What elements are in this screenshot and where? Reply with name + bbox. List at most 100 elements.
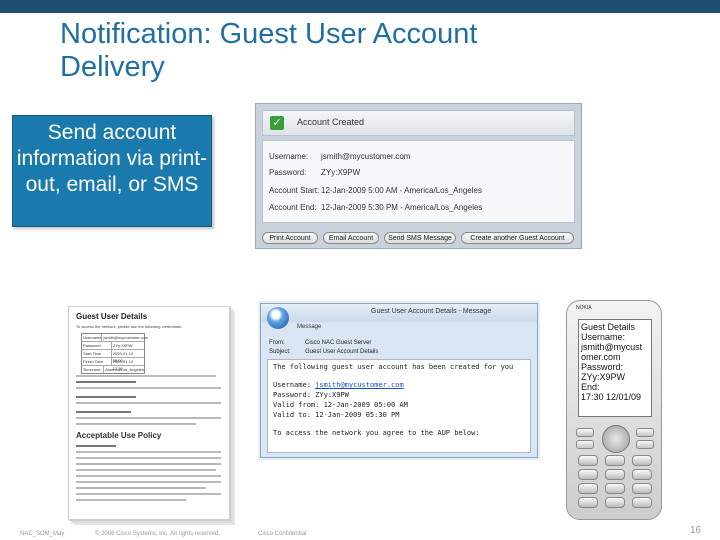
callout-box: Send account information via print-out, … bbox=[12, 115, 212, 227]
cell-value: 2009-01-12 17:30 bbox=[112, 359, 134, 371]
keypad-key[interactable] bbox=[632, 497, 652, 508]
email-body: The following guest user account has bee… bbox=[267, 359, 531, 453]
text-line bbox=[76, 402, 221, 404]
text-line bbox=[76, 475, 221, 477]
email-account-button[interactable]: Email Account bbox=[323, 232, 379, 244]
field-label: Account Start: bbox=[269, 186, 320, 195]
phone-keypad bbox=[574, 425, 656, 511]
sms-line: omer.com bbox=[581, 352, 621, 362]
email-valid-to: Valid to: 12-Jan-2009 05:30 PM bbox=[273, 411, 400, 419]
sms-line: jsmith@mycust bbox=[581, 342, 643, 352]
field-label: Account End: bbox=[269, 203, 317, 212]
mobile-phone: NOKIA Guest Details Username: jsmith@myc… bbox=[566, 300, 662, 520]
keypad-key[interactable] bbox=[578, 497, 598, 508]
email-titlebar: Guest User Account Details - Message bbox=[261, 304, 537, 322]
email-password-line: Password: ZYy:X9PW bbox=[273, 391, 349, 399]
table-row: Timezone America/Los_Angeles bbox=[82, 366, 144, 373]
footer-code: NAC_SOM_May bbox=[20, 531, 65, 537]
email-subject: Subject: Guest User Account Details bbox=[269, 349, 378, 355]
sms-line: Guest Details bbox=[581, 322, 636, 332]
sms-line: Password: bbox=[581, 362, 624, 372]
field-value: 12-Jan-2009 5:30 PM - America/Los_Angele… bbox=[321, 203, 483, 212]
account-created-dialog: ✓ Account Created Username: jsmith@mycust… bbox=[255, 103, 582, 249]
navigation-key[interactable] bbox=[602, 425, 630, 453]
top-bar bbox=[0, 0, 720, 13]
keypad-key[interactable] bbox=[578, 483, 598, 494]
text-line bbox=[76, 381, 136, 383]
field-label: Username: bbox=[269, 152, 309, 161]
keypad-key[interactable] bbox=[605, 497, 625, 508]
text-line bbox=[76, 445, 116, 447]
cell-value: 2009-01-12 05:00 bbox=[112, 351, 134, 363]
left-softkey[interactable] bbox=[576, 428, 594, 437]
cell-label: Username bbox=[83, 334, 103, 341]
text-line bbox=[76, 457, 221, 459]
text-line bbox=[76, 487, 206, 489]
sms-line: 17:30 12/01/09 bbox=[581, 392, 642, 402]
keypad-key[interactable] bbox=[632, 483, 652, 494]
table-row: Username jsmith@mycustomer.com bbox=[82, 334, 148, 342]
subject-value: Guest User Account Details bbox=[305, 349, 379, 355]
slide-title-line-2: Delivery bbox=[60, 51, 165, 83]
end-key[interactable] bbox=[636, 440, 654, 449]
text-line bbox=[76, 375, 216, 377]
call-key[interactable] bbox=[576, 440, 594, 449]
keypad-key[interactable] bbox=[605, 483, 625, 494]
checkmark-icon: ✓ bbox=[270, 116, 284, 130]
cell-label: Password bbox=[82, 342, 112, 349]
email-window-title: Guest User Account Details - Message bbox=[371, 308, 492, 315]
keypad-key[interactable] bbox=[578, 469, 598, 480]
cell-value: jsmith@mycustomer.com bbox=[103, 335, 149, 340]
username-link[interactable]: jsmith@mycustomer.com bbox=[315, 381, 404, 389]
text-line bbox=[76, 417, 221, 419]
email-window: Guest User Account Details - Message Mes… bbox=[260, 303, 538, 458]
field-value: jsmith@mycustomer.com bbox=[321, 152, 411, 161]
account-start-row: Account Start: 12-Jan-2009 5:00 AM - Amer… bbox=[269, 186, 482, 195]
cell-value: America/Los_Angeles bbox=[105, 367, 144, 372]
text-line bbox=[76, 481, 221, 483]
text-line bbox=[76, 411, 131, 413]
printout-title: Guest User Details bbox=[76, 312, 148, 321]
field-value: ZYy:X9PW bbox=[321, 168, 361, 177]
from-label: From: bbox=[269, 340, 285, 346]
field-label: Password: bbox=[269, 168, 307, 177]
keypad-key[interactable] bbox=[578, 455, 598, 466]
text-line bbox=[76, 387, 221, 389]
create-another-guest-button[interactable]: Create another Guest Account bbox=[461, 232, 574, 244]
sms-line: ZYy:X9PW bbox=[581, 372, 626, 382]
sms-screen: Guest Details Username: jsmith@mycust om… bbox=[578, 319, 652, 417]
text-line bbox=[76, 469, 216, 471]
table-row: Password ZYy:X9PW bbox=[82, 342, 144, 350]
keypad-key[interactable] bbox=[605, 469, 625, 480]
tab-message[interactable]: Message bbox=[297, 324, 321, 330]
text-line bbox=[76, 451, 221, 453]
field-value: 12-Jan-2009 5:00 AM - America/Los_Angele… bbox=[321, 186, 482, 195]
text-line bbox=[76, 396, 136, 398]
cell-label: Start Time bbox=[82, 350, 112, 357]
from-value: Cisco NAC Guest Server bbox=[305, 340, 372, 346]
username-row: Username: jsmith@mycustomer.com bbox=[269, 152, 410, 161]
page-number: 16 bbox=[690, 525, 702, 536]
email-access-line: To access the network you agree to the A… bbox=[273, 429, 480, 437]
office-logo-icon[interactable] bbox=[267, 307, 289, 329]
text-line bbox=[76, 423, 196, 425]
footer-confidential: Cisco Confidential bbox=[258, 531, 307, 537]
username-label: Username: bbox=[273, 381, 311, 389]
sms-line: End: bbox=[581, 382, 600, 392]
keypad-key[interactable] bbox=[632, 469, 652, 480]
aup-heading: Acceptable Use Policy bbox=[76, 431, 162, 440]
email-username-line: Username: jsmith@mycustomer.com bbox=[273, 380, 525, 390]
account-details: Username: jsmith@mycustomer.com Password:… bbox=[262, 140, 575, 223]
send-sms-button[interactable]: Send SMS Message bbox=[384, 232, 456, 244]
text-line bbox=[76, 493, 221, 495]
keypad-key[interactable] bbox=[605, 455, 625, 466]
sms-line: Username: bbox=[581, 332, 626, 342]
email-valid-from: Valid from: 12-Jan-2009 05:00 AM bbox=[273, 401, 408, 409]
print-account-button[interactable]: Print Account bbox=[262, 232, 318, 244]
keypad-key[interactable] bbox=[632, 455, 652, 466]
dialog-header: ✓ Account Created bbox=[262, 110, 575, 136]
subject-label: Subject: bbox=[269, 349, 291, 355]
password-row: Password: ZYy:X9PW bbox=[269, 168, 360, 177]
right-softkey[interactable] bbox=[636, 428, 654, 437]
slide-title: Notification: Guest User Account Deliver… bbox=[60, 18, 620, 84]
